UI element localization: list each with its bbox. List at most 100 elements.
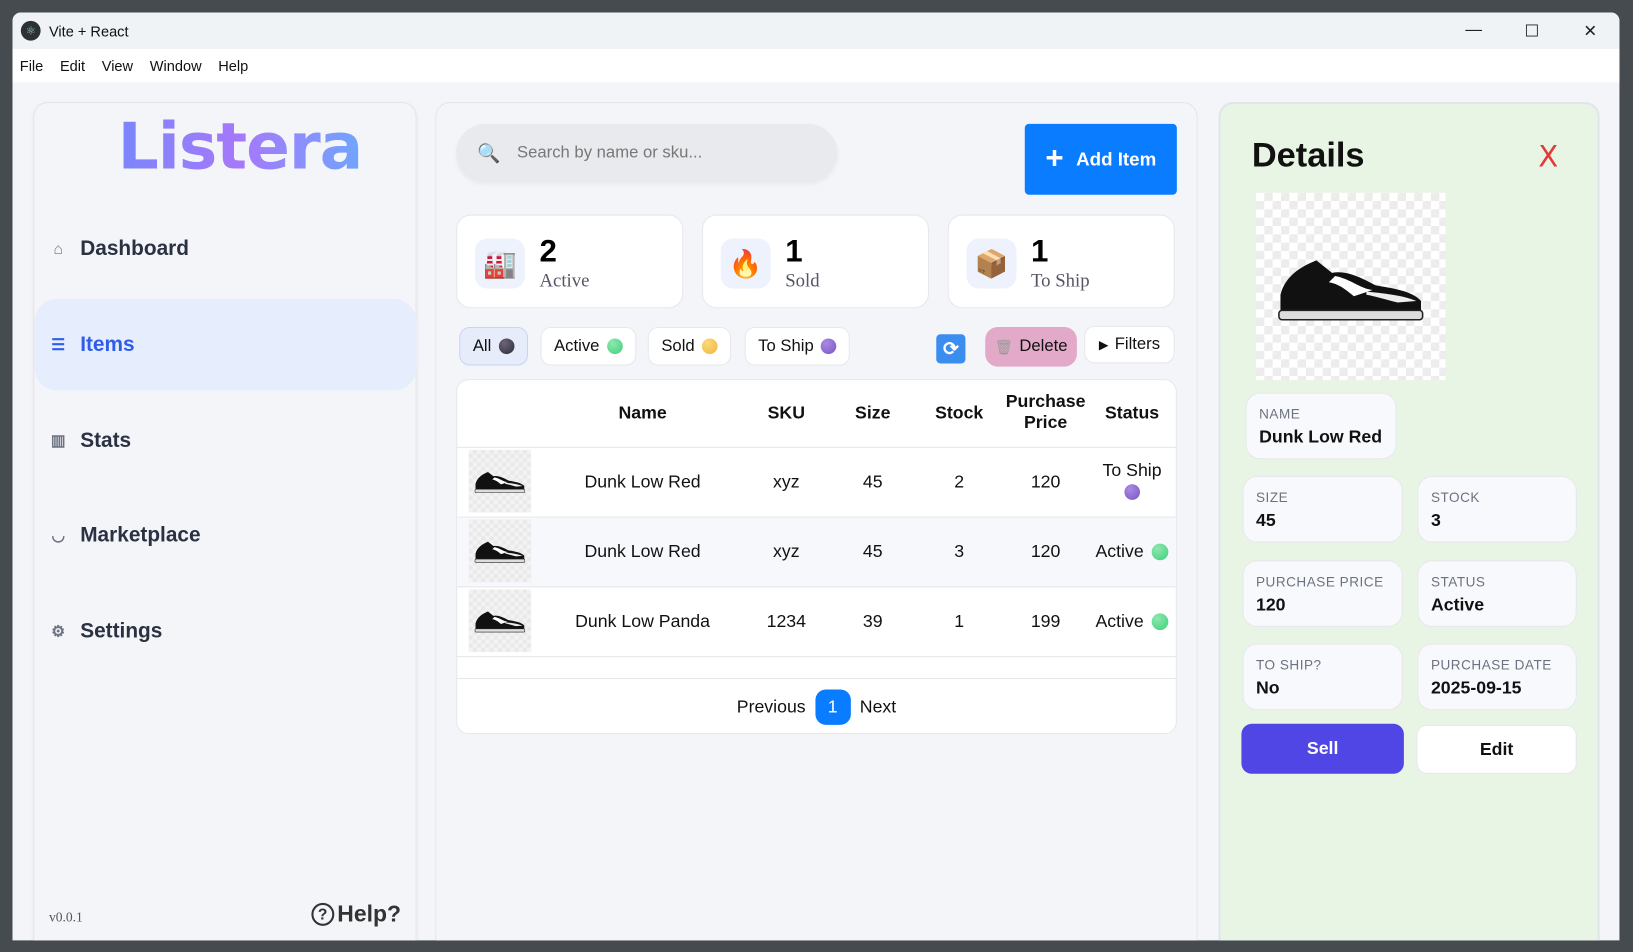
field-purchase-price: PURCHASE PRICE 120 bbox=[1242, 560, 1403, 627]
stat-label: Active bbox=[539, 269, 590, 291]
filter-to-ship[interactable]: To Ship bbox=[744, 327, 851, 366]
field-label: NAME bbox=[1259, 406, 1301, 422]
item-thumbnail bbox=[468, 449, 532, 513]
field-value: Dunk Low Red bbox=[1259, 426, 1383, 447]
table-row[interactable]: Dunk Low Panda 1234 39 1 199 Active bbox=[457, 587, 1176, 658]
cell-name: Dunk Low Panda bbox=[575, 611, 711, 632]
cell-sku: xyz bbox=[773, 471, 800, 492]
field-stock: STOCK 3 bbox=[1417, 475, 1577, 543]
sell-button[interactable]: Sell bbox=[1241, 723, 1404, 774]
stat-card-to-ship: 📦 1 To Ship bbox=[947, 214, 1175, 309]
stat-card-sold: 🔥 1 Sold bbox=[701, 214, 929, 309]
details-title: Details bbox=[1251, 135, 1365, 174]
status-dot bbox=[701, 338, 718, 355]
field-label: STATUS bbox=[1430, 573, 1486, 590]
cell-purchase-price: 120 bbox=[1030, 471, 1061, 492]
cell-stock: 3 bbox=[954, 541, 965, 562]
add-item-label: Add Item bbox=[1076, 148, 1157, 170]
previous-button[interactable]: Previous bbox=[737, 697, 806, 718]
stat-value: 2 bbox=[539, 234, 557, 269]
help-button[interactable]: ? Help? bbox=[311, 901, 401, 928]
sidebar-item-label: Marketplace bbox=[80, 523, 201, 547]
header-stock[interactable]: Stock bbox=[935, 403, 983, 424]
title-bar: ⚛ Vite + React — ☐ ✕ bbox=[12, 12, 1620, 49]
items-table: Name SKU Size Stock Purchase Price Statu… bbox=[456, 379, 1177, 735]
cell-purchase-price: 199 bbox=[1030, 611, 1061, 632]
maximize-button[interactable]: ☐ bbox=[1503, 20, 1561, 41]
field-label: PURCHASE PRICE bbox=[1255, 573, 1384, 590]
menu-window[interactable]: Window bbox=[150, 57, 202, 74]
page-1-button[interactable]: 1 bbox=[815, 689, 851, 725]
app-icon: ⚛ bbox=[20, 20, 41, 41]
menu-help[interactable]: Help bbox=[218, 57, 248, 74]
package-icon: 📦 bbox=[966, 238, 1017, 289]
header-purchase-price[interactable]: Purchase Price bbox=[999, 392, 1093, 434]
edit-button[interactable]: Edit bbox=[1416, 724, 1577, 774]
filters-label: Filters bbox=[1114, 335, 1161, 354]
refresh-button[interactable]: ⟳ bbox=[936, 334, 966, 364]
header-sku[interactable]: SKU bbox=[768, 403, 805, 424]
cell-sku: xyz bbox=[773, 541, 800, 562]
status-label: Active bbox=[1095, 611, 1144, 632]
menu-edit[interactable]: Edit bbox=[60, 57, 85, 74]
refresh-icon: ⟳ bbox=[942, 337, 959, 359]
close-window-button[interactable]: ✕ bbox=[1561, 20, 1619, 41]
sidebar-item-dashboard[interactable]: ⌂ Dashboard bbox=[34, 203, 416, 295]
cell-status: Active bbox=[1095, 542, 1169, 563]
status-dot bbox=[606, 338, 623, 355]
basket-icon: ◡ bbox=[51, 526, 66, 545]
minimize-button[interactable]: — bbox=[1444, 20, 1502, 41]
menu-view[interactable]: View bbox=[102, 57, 133, 74]
filter-sold[interactable]: Sold bbox=[647, 327, 732, 366]
add-item-button[interactable]: + Add Item bbox=[1024, 123, 1177, 195]
triangle-right-icon: ▶ bbox=[1098, 337, 1109, 353]
header-status[interactable]: Status bbox=[1105, 403, 1159, 424]
delete-button[interactable]: 🗑 Delete bbox=[985, 327, 1077, 367]
stat-value: 1 bbox=[785, 234, 803, 269]
sidebar-item-stats[interactable]: ▥ Stats bbox=[34, 395, 416, 487]
search-input[interactable]: 🔍 Search by name or sku... bbox=[456, 123, 838, 183]
cell-sku: 1234 bbox=[766, 611, 806, 632]
field-label: PURCHASE DATE bbox=[1430, 657, 1552, 673]
field-label: SIZE bbox=[1255, 489, 1289, 506]
field-value: 2025-09-15 bbox=[1430, 677, 1522, 698]
sidebar-item-items[interactable]: ☰ Items bbox=[34, 298, 417, 391]
cell-status: Active bbox=[1095, 611, 1169, 632]
table-row[interactable]: Dunk Low Red xyz 45 2 120 To Ship bbox=[457, 448, 1176, 518]
sidebar-item-marketplace[interactable]: ◡ Marketplace bbox=[34, 489, 416, 581]
header-name[interactable]: Name bbox=[618, 403, 666, 424]
sidebar: Listera ⌂ Dashboard ☰ Items ▥ Stats ◡ Market… bbox=[33, 102, 417, 941]
field-value: 3 bbox=[1430, 510, 1441, 531]
sidebar-item-settings[interactable]: ⚙ Settings bbox=[34, 585, 416, 677]
logo: Listera bbox=[117, 108, 364, 185]
status-dot bbox=[498, 338, 515, 355]
stat-label: Sold bbox=[785, 269, 820, 291]
cell-name: Dunk Low Red bbox=[584, 471, 701, 492]
filters-button[interactable]: ▶ Filters bbox=[1084, 325, 1175, 364]
sidebar-item-label: Settings bbox=[80, 619, 163, 643]
close-details-button[interactable]: X bbox=[1538, 140, 1558, 174]
filter-all[interactable]: All bbox=[459, 327, 528, 366]
header-size[interactable]: Size bbox=[855, 403, 890, 424]
item-image bbox=[1255, 192, 1446, 381]
table-row[interactable]: Dunk Low Red xyz 45 3 120 Active bbox=[457, 517, 1176, 588]
field-purchase-date: PURCHASE DATE 2025-09-15 bbox=[1417, 643, 1577, 711]
field-value: No bbox=[1255, 677, 1280, 698]
home-icon: ⌂ bbox=[53, 240, 64, 258]
status-dot bbox=[1151, 543, 1169, 561]
item-thumbnail bbox=[468, 589, 532, 652]
stat-card-active: 🏭 2 Active bbox=[456, 214, 684, 309]
cell-size: 45 bbox=[862, 471, 883, 492]
menu-file[interactable]: File bbox=[20, 57, 43, 74]
field-label: STOCK bbox=[1430, 489, 1480, 506]
plus-icon: + bbox=[1045, 141, 1064, 177]
field-to-ship: TO SHIP? No bbox=[1242, 643, 1403, 711]
fire-icon: 🔥 bbox=[720, 238, 771, 289]
field-status: STATUS Active bbox=[1417, 560, 1577, 627]
filter-active[interactable]: Active bbox=[540, 327, 636, 366]
cell-size: 45 bbox=[862, 541, 883, 562]
status-dot bbox=[1124, 484, 1140, 500]
cell-stock: 1 bbox=[954, 611, 965, 632]
field-label: TO SHIP? bbox=[1255, 657, 1322, 673]
next-button[interactable]: Next bbox=[860, 697, 896, 718]
